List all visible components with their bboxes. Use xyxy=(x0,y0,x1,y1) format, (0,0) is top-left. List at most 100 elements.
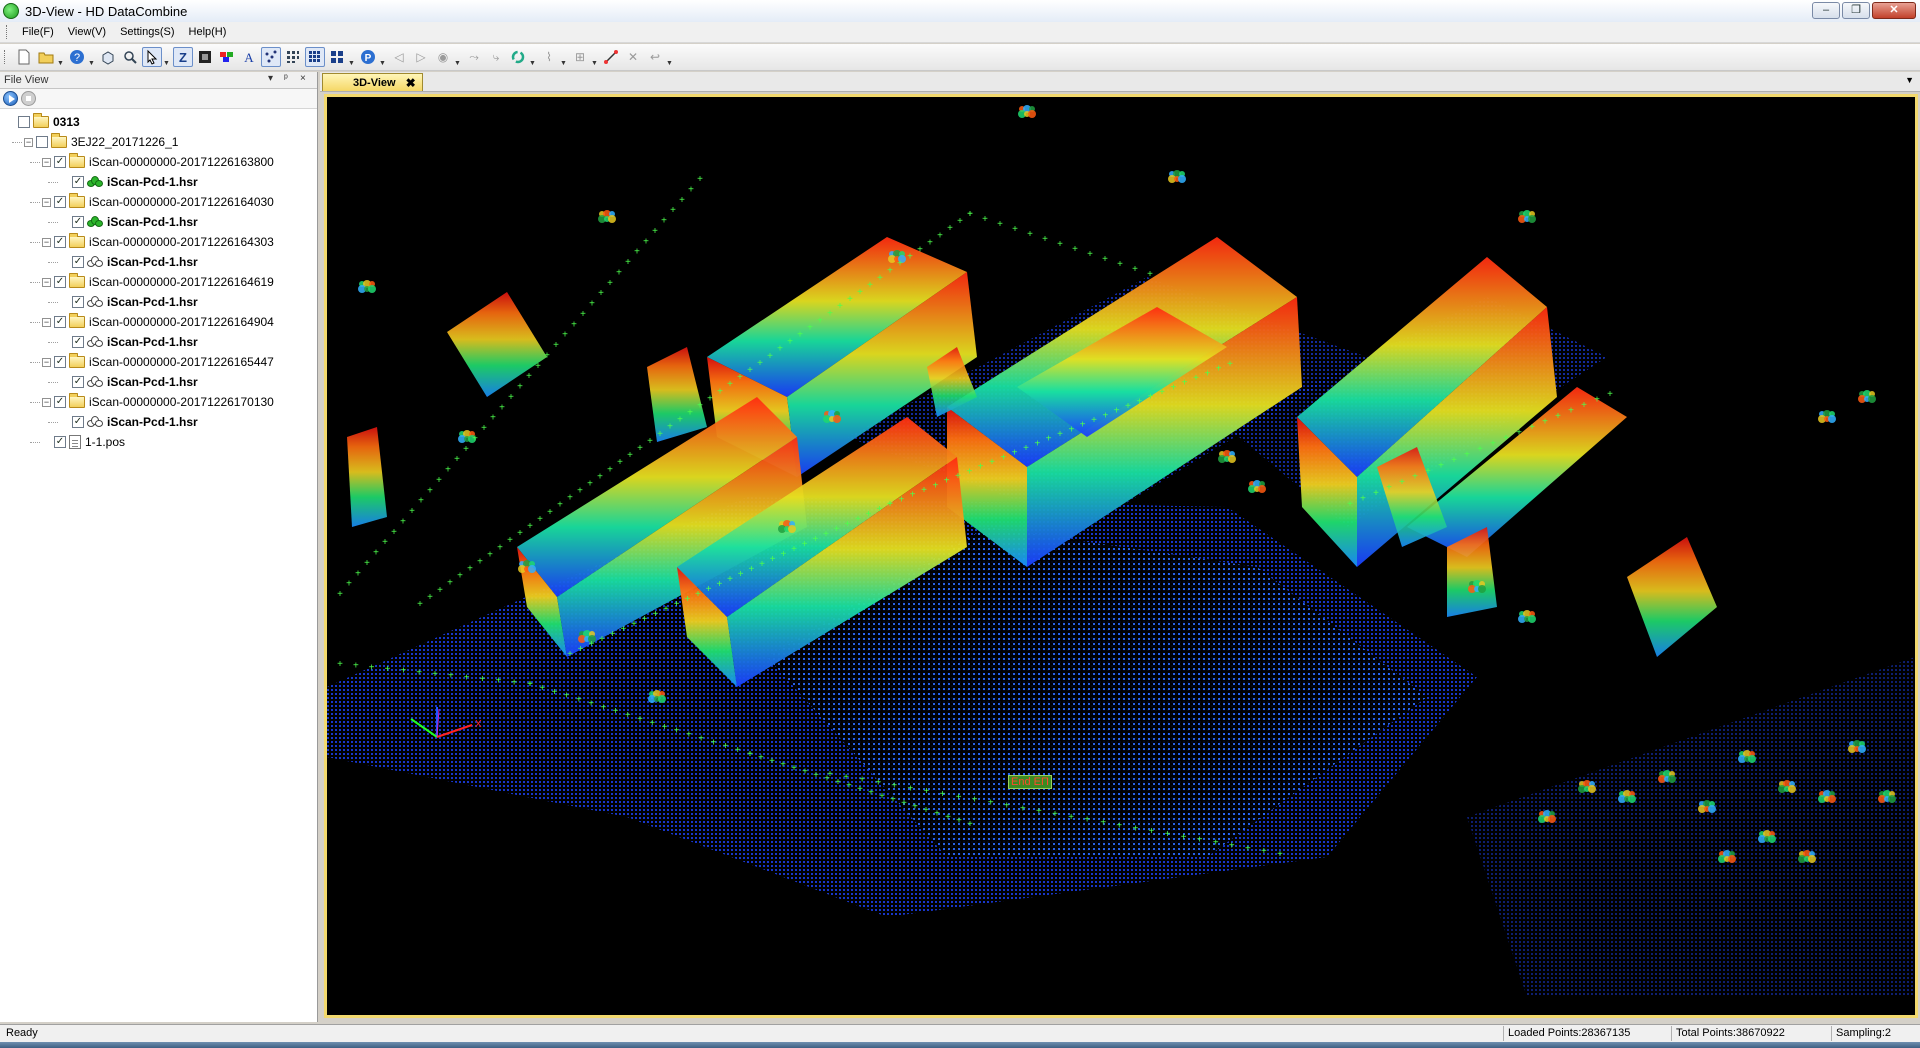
end-marker[interactable]: End ЕП xyxy=(1008,775,1052,789)
help-icon[interactable]: ? xyxy=(67,47,87,67)
toolbar-dropdown-icon[interactable]: ▼ xyxy=(163,47,170,67)
panel-pin-icon[interactable]: ᵖ xyxy=(284,73,288,84)
tree-checkbox[interactable] xyxy=(36,136,48,148)
text-a-icon[interactable]: A xyxy=(239,47,259,67)
tree-checkbox[interactable]: ✓ xyxy=(54,356,66,368)
3d-viewport[interactable]: + + + + + + + + + + + + + + + + + + + + + + + + + + + + + + + + + + + + + + + +… xyxy=(327,97,1915,1015)
delete-icon[interactable]: ✕ xyxy=(623,47,643,67)
close-button[interactable]: ✕ xyxy=(1872,2,1916,19)
color-palette-icon[interactable] xyxy=(217,47,237,67)
tree-item[interactable]: − ✓ iScan-00000000-20171226164303 xyxy=(0,232,317,252)
grid-large-icon[interactable] xyxy=(327,47,347,67)
select-pointer-icon[interactable] xyxy=(142,47,162,67)
tree-expander-icon[interactable]: − xyxy=(42,357,51,367)
tree-item[interactable]: ✓ iScan-Pcd-1.hsr xyxy=(0,332,317,352)
tree-checkbox[interactable]: ✓ xyxy=(54,316,66,328)
tree-item[interactable]: − ✓ iScan-00000000-20171226164904 xyxy=(0,312,317,332)
toolbar-dropdown-icon[interactable]: ▼ xyxy=(560,47,567,67)
toolbar-dropdown-icon[interactable]: ▼ xyxy=(88,47,95,67)
tree-checkbox[interactable]: ✓ xyxy=(72,256,84,268)
panel-close-icon[interactable]: × xyxy=(300,73,306,84)
zoom-icon[interactable] xyxy=(120,47,140,67)
refresh-icon[interactable] xyxy=(508,47,528,67)
axis-z-icon[interactable]: Z xyxy=(173,47,193,67)
next-icon[interactable]: ▷ xyxy=(411,47,431,67)
path-alt-icon[interactable]: ⤷ xyxy=(486,47,506,67)
trajectory-marker: + xyxy=(1159,388,1165,399)
network-icon[interactable]: ⊞ xyxy=(570,47,590,67)
square-icon[interactable] xyxy=(195,47,215,67)
tree-item[interactable]: − ✓ iScan-00000000-20171226164030 xyxy=(0,192,317,212)
toolbar-dropdown-icon[interactable]: ▼ xyxy=(529,47,536,67)
grid-small-icon[interactable] xyxy=(283,47,303,67)
tree-item[interactable]: ✓ iScan-Pcd-1.hsr xyxy=(0,252,317,272)
tree-checkbox[interactable]: ✓ xyxy=(54,276,66,288)
tree-checkbox[interactable]: ✓ xyxy=(54,196,66,208)
tree-checkbox[interactable]: ✓ xyxy=(54,236,66,248)
menu-file[interactable]: File(F) xyxy=(15,24,61,40)
new-file-icon[interactable] xyxy=(14,47,34,67)
restore-button[interactable]: ❐ xyxy=(1842,2,1870,19)
tree-item[interactable]: − ✓ iScan-00000000-20171226164619 xyxy=(0,272,317,292)
point-cloud-canvas[interactable]: + + + + + + + + + + + + + + + + + + + + + + + + + + + + + + + + + + + + + + + +… xyxy=(327,97,1915,1015)
open-folder-icon[interactable] xyxy=(36,47,56,67)
toolbar-dropdown-icon[interactable]: ▼ xyxy=(454,47,461,67)
panel-menu-icon[interactable]: ▾ xyxy=(268,73,273,84)
tree-item[interactable]: ✓ 1-1.pos xyxy=(0,432,317,452)
tree-expander-icon[interactable]: − xyxy=(42,237,51,247)
toolbar-dropdown-icon[interactable]: ▼ xyxy=(348,47,355,67)
tree-checkbox[interactable]: ✓ xyxy=(72,336,84,348)
tree-checkbox[interactable]: ✓ xyxy=(72,296,84,308)
point-select-icon[interactable] xyxy=(261,47,281,67)
trajectory-marker: + xyxy=(697,401,703,412)
tree-expander-icon[interactable]: − xyxy=(42,277,51,287)
tree-checkbox[interactable]: ✓ xyxy=(72,176,84,188)
play-icon[interactable] xyxy=(3,91,18,106)
trajectory-marker: + xyxy=(827,770,833,781)
tree-item[interactable]: ✓ iScan-Pcd-1.hsr xyxy=(0,412,317,432)
tab-3d-view[interactable]: 3D-View ✖ xyxy=(322,73,423,91)
tree-expander-icon[interactable]: − xyxy=(42,197,51,207)
tree-checkbox[interactable] xyxy=(18,116,30,128)
stop-icon[interactable] xyxy=(21,91,36,106)
tree-item[interactable]: 0313 xyxy=(0,112,317,132)
trajectory-marker: + xyxy=(843,773,849,784)
tree-expander-icon[interactable]: − xyxy=(42,157,51,167)
tree-expander-icon[interactable]: − xyxy=(42,317,51,327)
tree-item[interactable]: − 3EJ22_20171226_1 xyxy=(0,132,317,152)
path-edit-icon[interactable]: ⤳ xyxy=(464,47,484,67)
tree-item[interactable]: ✓ iScan-Pcd-1.hsr xyxy=(0,212,317,232)
tree-checkbox[interactable]: ✓ xyxy=(54,156,66,168)
grid-medium-icon[interactable] xyxy=(305,47,325,67)
minimize-button[interactable]: – xyxy=(1812,2,1840,19)
menu-settings[interactable]: Settings(S) xyxy=(113,24,181,40)
toolbar-dropdown-icon[interactable]: ▼ xyxy=(666,47,673,67)
p-marker-icon[interactable]: P xyxy=(358,47,378,67)
toolbar-dropdown-icon[interactable]: ▼ xyxy=(57,47,64,67)
tree-expander-icon[interactable]: − xyxy=(24,137,33,147)
tree-checkbox[interactable]: ✓ xyxy=(54,436,66,448)
toolbar-dropdown-icon[interactable]: ▼ xyxy=(591,47,598,67)
tree-item[interactable]: − ✓ iScan-00000000-20171226163800 xyxy=(0,152,317,172)
tab-close-icon[interactable]: ✖ xyxy=(406,76,416,90)
tree-checkbox[interactable]: ✓ xyxy=(72,216,84,228)
tree-checkbox[interactable]: ✓ xyxy=(72,416,84,428)
tree-item[interactable]: ✓ iScan-Pcd-1.hsr xyxy=(0,292,317,312)
tab-dropdown-icon[interactable]: ▼ xyxy=(1905,75,1914,85)
menu-help[interactable]: Help(H) xyxy=(182,24,234,40)
box-view-icon[interactable] xyxy=(98,47,118,67)
link-icon[interactable] xyxy=(601,47,621,67)
chart-line-icon[interactable]: ⌇ xyxy=(539,47,559,67)
tree-item[interactable]: ✓ iScan-Pcd-1.hsr xyxy=(0,172,317,192)
tree-checkbox[interactable]: ✓ xyxy=(54,396,66,408)
tree-checkbox[interactable]: ✓ xyxy=(72,376,84,388)
prev-icon[interactable]: ◁ xyxy=(389,47,409,67)
tree-item[interactable]: − ✓ iScan-00000000-20171226170130 xyxy=(0,392,317,412)
menu-view[interactable]: View(V) xyxy=(61,24,113,40)
back-icon[interactable]: ↩ xyxy=(645,47,665,67)
record-icon[interactable]: ◉ xyxy=(433,47,453,67)
tree-item[interactable]: ✓ iScan-Pcd-1.hsr xyxy=(0,372,317,392)
tree-expander-icon[interactable]: − xyxy=(42,397,51,407)
tree-item[interactable]: − ✓ iScan-00000000-20171226165447 xyxy=(0,352,317,372)
toolbar-dropdown-icon[interactable]: ▼ xyxy=(379,47,386,67)
